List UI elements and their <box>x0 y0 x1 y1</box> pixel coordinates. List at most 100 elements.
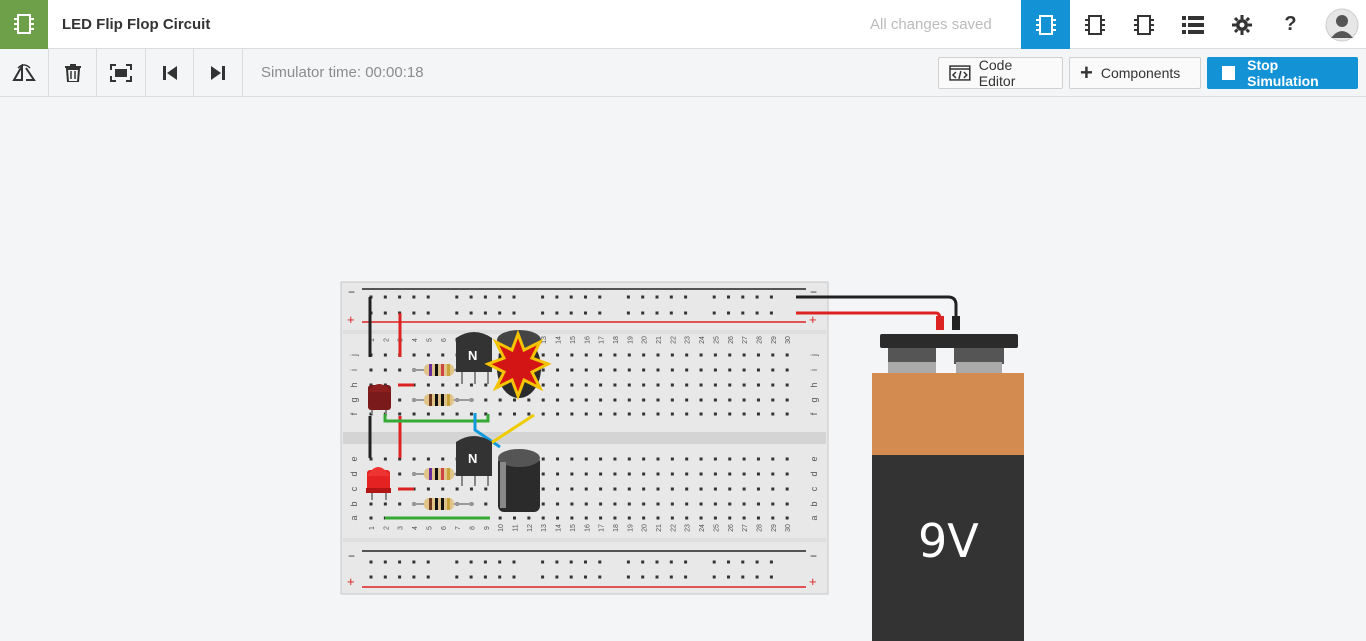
breadboard-hole <box>570 457 574 461</box>
step-forward-button[interactable] <box>194 49 243 97</box>
row-letter: c <box>809 486 819 491</box>
list-icon <box>1181 15 1204 34</box>
column-number-top: 17 <box>599 336 606 344</box>
breadboard-hole <box>685 472 689 476</box>
settings-button[interactable] <box>1217 0 1266 49</box>
breadboard-hole <box>512 295 516 299</box>
breadboard-hole <box>541 487 545 491</box>
breadboard-hole <box>383 353 387 357</box>
code-editor-label: Code Editor <box>978 57 1016 89</box>
breadboard-hole <box>569 575 573 579</box>
breadboard-hole <box>742 516 746 520</box>
breadboard-hole <box>483 575 487 579</box>
breadboard-hole <box>513 516 516 520</box>
battery-9v[interactable]: 9V <box>872 316 1024 641</box>
column-number-bottom: 25 <box>713 524 720 532</box>
breadboard-hole <box>642 368 646 372</box>
project-title[interactable]: LED Flip Flop Circuit <box>62 16 210 33</box>
rotate-icon <box>12 64 36 81</box>
breadboard-hole <box>712 560 716 564</box>
breadboard-hole <box>670 412 674 416</box>
breadboard-hole <box>569 311 573 315</box>
breadboard-hole <box>771 398 775 402</box>
help-button[interactable]: ? <box>1266 0 1315 49</box>
circuit-drawing[interactable]: − + − + − + − + 112233445566778899101011… <box>0 97 1366 641</box>
breadboard-hole <box>728 412 732 416</box>
breadboard-hole <box>599 502 603 506</box>
breadboard-hole <box>785 383 789 387</box>
step-back-button[interactable] <box>146 49 194 97</box>
breadboard-hole <box>469 560 473 564</box>
column-number-top: 5 <box>426 338 433 342</box>
breadboard-hole <box>684 560 688 564</box>
circuit-canvas[interactable]: − + − + − + − + 112233445566778899101011… <box>0 97 1366 641</box>
breadboard-hole <box>426 311 430 315</box>
breadboard-hole <box>527 398 531 402</box>
components-button[interactable]: + Components <box>1069 57 1201 89</box>
breadboard-hole <box>584 472 588 476</box>
breadboard-hole <box>569 560 573 564</box>
breadboard-hole <box>570 353 574 357</box>
breadboard-hole <box>441 383 445 387</box>
stop-simulation-button[interactable]: Stop Simulation <box>1207 57 1358 89</box>
breadboard-hole <box>669 311 673 315</box>
column-number-bottom: 26 <box>728 524 735 532</box>
breadboard-hole <box>626 295 630 299</box>
column-number-top: 29 <box>771 336 778 344</box>
column-number-bottom: 30 <box>785 524 792 532</box>
list-view-button[interactable] <box>1168 0 1217 49</box>
breadboard-hole <box>626 560 630 564</box>
column-number-bottom: 9 <box>484 526 491 530</box>
breadboard-hole <box>455 560 459 564</box>
column-number-top: 28 <box>756 336 763 344</box>
breadboard-hole <box>426 295 430 299</box>
breadboard-hole <box>498 560 502 564</box>
breadboard-hole <box>756 472 760 476</box>
led-top[interactable] <box>368 384 391 414</box>
breadboard-hole <box>756 412 760 416</box>
circuit-view-button[interactable] <box>1021 0 1070 49</box>
component-list-button[interactable] <box>1119 0 1168 49</box>
column-number-bottom: 1 <box>369 526 376 530</box>
breadboard-hole <box>728 383 732 387</box>
rail-minus-label: − <box>348 285 355 299</box>
breadboard-hole <box>756 398 760 402</box>
breadboard-hole <box>455 412 459 416</box>
delete-button[interactable] <box>49 49 97 97</box>
breadboard-hole <box>626 311 630 315</box>
breadboard-hole <box>785 398 789 402</box>
breadboard-hole <box>556 487 560 491</box>
breadboard-hole <box>685 353 689 357</box>
breadboard-hole <box>728 472 732 476</box>
column-number-bottom: 5 <box>426 526 433 530</box>
app-logo[interactable] <box>0 0 48 49</box>
user-avatar[interactable] <box>1317 0 1366 49</box>
breadboard-hole <box>699 472 703 476</box>
breadboard-hole <box>613 353 617 357</box>
rail-divider-bottom <box>343 538 826 542</box>
breadboard-hole <box>584 295 587 299</box>
breadboard-hole <box>756 487 760 491</box>
schematic-view-button[interactable] <box>1070 0 1119 49</box>
breadboard-hole <box>627 516 631 520</box>
breadboard-hole <box>570 516 574 520</box>
breadboard-hole <box>713 516 717 520</box>
capacitor-bottom[interactable] <box>498 449 540 512</box>
breadboard-hole <box>642 457 646 461</box>
fit-view-button[interactable] <box>97 49 146 97</box>
row-letter: d <box>349 471 359 476</box>
breadboard-hole <box>426 560 430 564</box>
code-editor-button[interactable]: Code Editor <box>938 57 1063 89</box>
components-label: Components <box>1100 65 1181 81</box>
stop-simulation-label: Stop Simulation <box>1247 57 1319 89</box>
breadboard-center-channel <box>343 432 826 444</box>
column-number-bottom: 18 <box>613 524 620 532</box>
rotate-button[interactable] <box>0 49 49 97</box>
column-number-top: 23 <box>685 336 692 344</box>
breadboard-hole <box>642 502 646 506</box>
column-number-bottom: 22 <box>670 524 677 532</box>
breadboard-hole <box>599 516 603 520</box>
breadboard-hole <box>712 311 716 315</box>
breadboard-hole <box>771 502 775 506</box>
breadboard-hole <box>613 383 617 387</box>
